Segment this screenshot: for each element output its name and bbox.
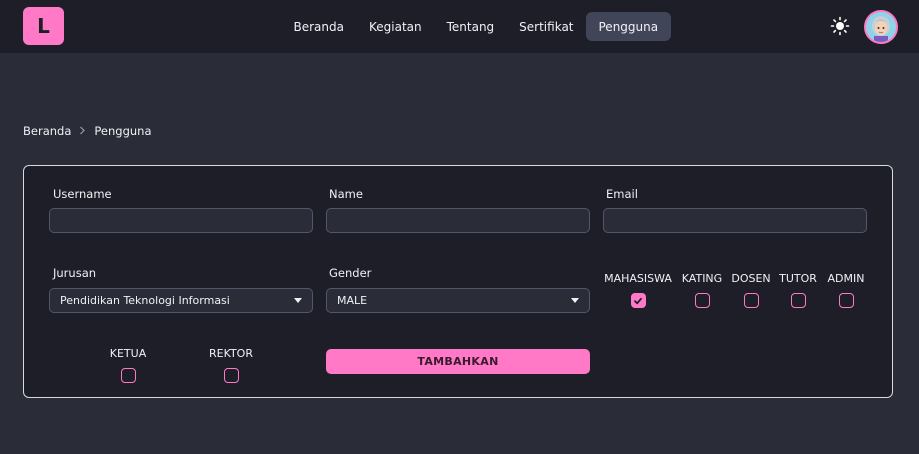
role-label: ADMIN [827,272,865,285]
check-icon [634,297,642,304]
gender-select-value: MALE [337,294,368,307]
chevron-right-icon [79,125,86,138]
tambahkan-button[interactable]: TAMBAHKAN [326,349,590,374]
chevron-down-icon [571,298,579,303]
role-dosen: DOSEN [731,272,771,308]
username-input[interactable] [49,208,313,233]
role-label: TUTOR [779,272,817,285]
username-label: Username [53,187,112,201]
role-ketua: KETUA [106,347,150,383]
role-rektor: REKTOR [208,347,254,383]
role-mahasiswa-checkbox[interactable] [630,293,646,308]
nav-item-pengguna[interactable]: Pengguna [586,12,671,41]
email-input[interactable] [603,208,867,233]
add-user-form: Username Name Email Jurusan Pendidikan T… [23,165,893,398]
role-mahasiswa: MAHASISWA [604,272,672,308]
name-label: Name [329,187,363,201]
nav-item-sertifikat[interactable]: Sertifikat [507,12,586,41]
jurusan-select[interactable]: Pendidikan Teknologi Informasi [49,288,313,313]
role-label: KETUA [109,347,147,360]
role-dosen-checkbox[interactable] [743,293,759,308]
role-tutor-checkbox[interactable] [790,293,806,308]
breadcrumb-home[interactable]: Beranda [23,124,71,138]
email-label: Email [606,187,638,201]
role-ketua-checkbox[interactable] [120,368,136,383]
logo[interactable]: L [23,7,64,45]
main-nav: Beranda Kegiatan Tentang Sertifikat Peng… [281,12,671,41]
role-admin: ADMIN [826,272,866,308]
role-label: KATING [681,272,723,285]
role-label: REKTOR [209,347,253,360]
sun-icon[interactable] [830,16,850,36]
nav-item-beranda[interactable]: Beranda [281,12,356,41]
breadcrumb: Beranda Pengguna [23,124,152,138]
role-rektor-checkbox[interactable] [223,368,239,383]
role-kating: KATING [680,272,724,308]
role-kating-checkbox[interactable] [694,293,710,308]
role-admin-checkbox[interactable] [838,293,854,308]
role-label: MAHASISWA [604,272,672,285]
jurusan-label: Jurusan [53,266,97,280]
chevron-down-icon [294,298,302,303]
breadcrumb-current: Pengguna [94,124,152,138]
top-navbar: L Beranda Kegiatan Tentang Sertifikat Pe… [0,0,919,53]
gender-select[interactable]: MALE [326,288,590,313]
role-tutor: TUTOR [779,272,817,308]
avatar[interactable] [864,10,898,44]
nav-item-kegiatan[interactable]: Kegiatan [356,12,434,41]
name-input[interactable] [326,208,590,233]
role-label: DOSEN [731,272,771,285]
gender-label: Gender [329,266,372,280]
nav-item-tentang[interactable]: Tentang [434,12,507,41]
jurusan-select-value: Pendidikan Teknologi Informasi [60,294,230,307]
